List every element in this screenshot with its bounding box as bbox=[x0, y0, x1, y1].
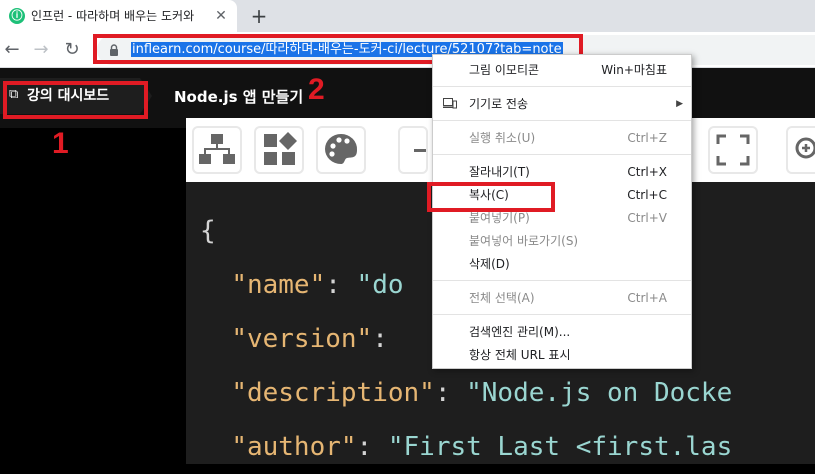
code-value: "do bbox=[356, 270, 404, 300]
new-tab-icon[interactable]: + bbox=[248, 5, 270, 27]
shapes-icon[interactable] bbox=[254, 126, 304, 174]
menu-item-label: 검색엔진 관리(M)... bbox=[469, 325, 571, 339]
code-sep: : bbox=[325, 270, 357, 300]
menu-item-delete[interactable]: 삭제(D) bbox=[433, 253, 691, 275]
menu-item-label: 잘라내기(T) bbox=[469, 165, 530, 179]
code-brace: { bbox=[200, 216, 216, 246]
fullscreen-icon[interactable] bbox=[708, 126, 758, 174]
menu-item-label: 그림 이모티콘 bbox=[469, 63, 540, 77]
inflearn-favicon-icon: ⓘ bbox=[9, 8, 25, 24]
menu-item-undo[interactable]: 실행 취소(U) Ctrl+Z bbox=[433, 127, 691, 149]
sitemap-icon[interactable] bbox=[192, 126, 242, 174]
menu-item-manage-search-engines[interactable]: 검색엔진 관리(M)... bbox=[433, 321, 691, 343]
menu-item-label: 기기로 전송 bbox=[469, 97, 529, 111]
lecture-title: Node.js 앱 만들기 bbox=[174, 88, 304, 106]
menu-item-select-all[interactable]: 전체 선택(A) Ctrl+A bbox=[433, 287, 691, 309]
code-key: "author" bbox=[231, 432, 357, 462]
menu-item-label: 전체 선택(A) bbox=[469, 291, 535, 305]
devices-icon bbox=[443, 98, 457, 109]
back-icon[interactable]: ← bbox=[0, 38, 24, 62]
menu-item-shortcut: Ctrl+A bbox=[627, 291, 667, 305]
menu-item-shortcut: Ctrl+Z bbox=[627, 131, 667, 145]
annotation-number-2: 2 bbox=[308, 73, 325, 106]
menu-separator bbox=[433, 86, 691, 87]
menu-item-shortcut: Ctrl+V bbox=[627, 211, 667, 225]
menu-item-shortcut: Win+마침표 bbox=[601, 63, 667, 77]
menu-item-send-to-device[interactable]: 기기로 전송 ▶ bbox=[433, 93, 691, 115]
menu-item-label: 항상 전체 URL 표시 bbox=[469, 348, 571, 362]
menu-item-label: 실행 취소(U) bbox=[469, 131, 536, 145]
code-value: "Node.js on Docke bbox=[466, 378, 733, 408]
menu-item-label: 붙여넣어 바로가기(S) bbox=[469, 234, 579, 248]
menu-item-shortcut: Ctrl+X bbox=[627, 165, 667, 179]
code-key: "version" bbox=[231, 324, 373, 354]
palette-icon[interactable] bbox=[316, 126, 366, 174]
code-key: "description" bbox=[231, 378, 435, 408]
menu-item-cut[interactable]: 잘라내기(T) Ctrl+X bbox=[433, 161, 691, 183]
close-icon[interactable]: ✕ bbox=[213, 8, 229, 24]
browser-tab[interactable]: ⓘ 인프런 - 따라하며 배우는 도커와 ✕ bbox=[0, 0, 237, 32]
code-sep: : bbox=[372, 324, 404, 354]
tab-strip: ⓘ 인프런 - 따라하며 배우는 도커와 ✕ + bbox=[0, 0, 815, 32]
code-sep: : bbox=[356, 432, 388, 462]
menu-item-paste-and-go[interactable]: 붙여넣어 바로가기(S) bbox=[433, 230, 691, 252]
chevron-right-icon: ▶ bbox=[676, 99, 683, 109]
code-value: "First Last <first.las bbox=[387, 432, 733, 462]
tab-title: 인프런 - 따라하며 배우는 도커와 bbox=[31, 9, 195, 23]
zoom-icon[interactable] bbox=[786, 126, 815, 174]
menu-item-always-show-full-url[interactable]: 항상 전체 URL 표시 bbox=[433, 344, 691, 366]
menu-separator bbox=[433, 314, 691, 315]
menu-item-shortcut: Ctrl+C bbox=[627, 188, 667, 202]
forward-icon[interactable]: → bbox=[29, 38, 53, 62]
annotation-box-dashboard bbox=[3, 81, 148, 119]
menu-separator bbox=[433, 120, 691, 121]
menu-item-label: 삭제(D) bbox=[469, 257, 510, 271]
annotation-number-1: 1 bbox=[52, 127, 69, 160]
code-key: "name" bbox=[231, 270, 326, 300]
menu-separator bbox=[433, 280, 691, 281]
menu-item-emoji[interactable]: 그림 이모티콘 Win+마침표 bbox=[433, 59, 691, 81]
menu-separator bbox=[433, 154, 691, 155]
minus-icon[interactable] bbox=[398, 126, 428, 174]
annotation-box-copy bbox=[427, 182, 555, 212]
reload-icon[interactable]: ↻ bbox=[60, 38, 84, 62]
code-sep: : bbox=[434, 378, 467, 408]
